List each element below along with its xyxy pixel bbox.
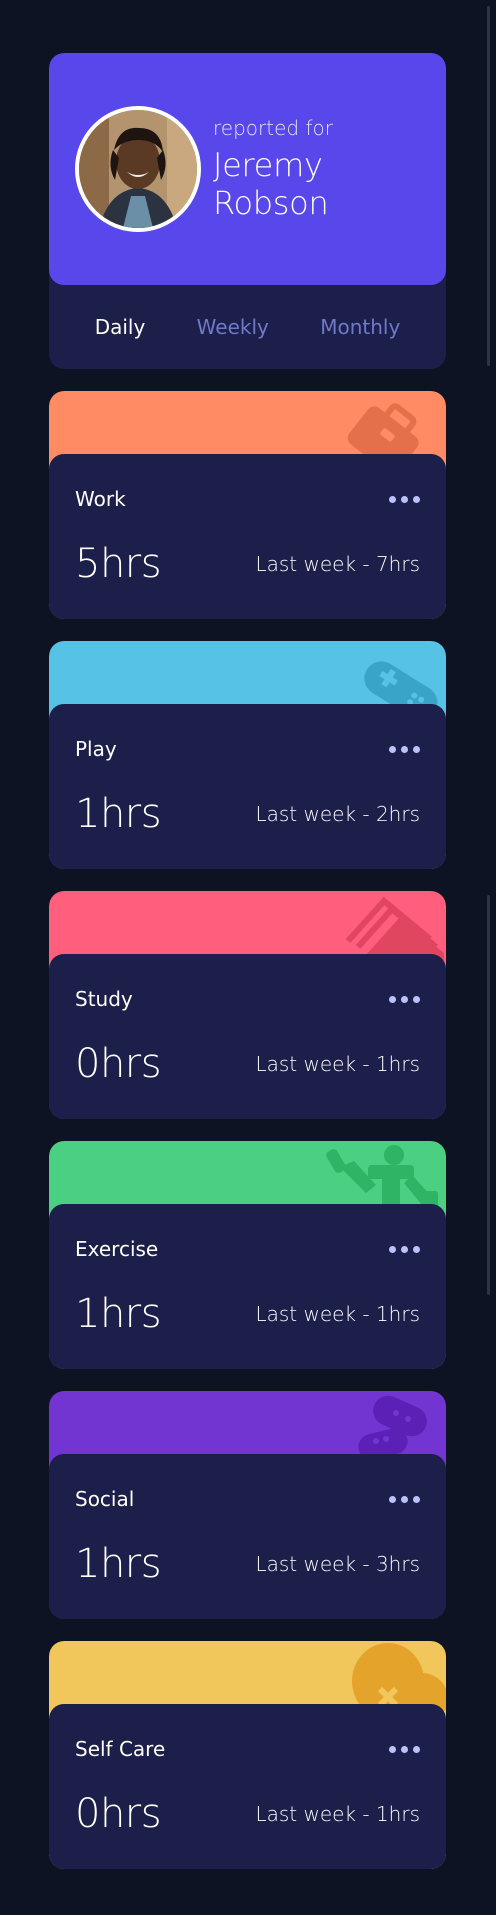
card-body[interactable]: Work 5hrs Last week - 7hrs [49,454,446,619]
tab-weekly[interactable]: Weekly [197,315,269,339]
page-scrollbar[interactable] [487,6,490,366]
page-scrollbar-track [487,895,490,1295]
ellipsis-icon[interactable] [389,740,420,759]
activity-card-work: Work 5hrs Last week - 7hrs [49,391,446,619]
ellipsis-icon[interactable] [389,490,420,509]
previous-hours: Last week - 1hrs [255,1802,420,1826]
card-title: Study [75,987,133,1011]
current-hours: 0hrs [75,1791,162,1837]
dashboard: reported for Jeremy Robson Daily Weekly … [49,53,446,1869]
ellipsis-icon[interactable] [389,1490,420,1509]
exercise-icon [326,1145,438,1211]
activity-card-social: Social 1hrs Last week - 3hrs [49,1391,446,1619]
game-controller-icon [364,661,438,711]
current-hours: 1hrs [75,791,162,837]
profile-text: reported for Jeremy Robson [213,116,446,222]
current-hours: 5hrs [75,541,162,587]
card-body[interactable]: Self Care 0hrs Last week - 1hrs [49,1704,446,1869]
profile-card: reported for Jeremy Robson Daily Weekly … [49,53,446,369]
previous-hours: Last week - 1hrs [255,1052,420,1076]
card-title: Self Care [75,1737,166,1761]
previous-hours: Last week - 7hrs [255,552,420,576]
previous-hours: Last week - 1hrs [255,1302,420,1326]
tab-monthly[interactable]: Monthly [320,315,400,339]
books-icon [345,896,444,961]
activity-card-self-care: Self Care 0hrs Last week - 1hrs [49,1641,446,1869]
card-body[interactable]: Exercise 1hrs Last week - 1hrs [49,1204,446,1369]
current-hours: 0hrs [75,1041,162,1087]
previous-hours: Last week - 3hrs [255,1552,420,1576]
card-title: Exercise [75,1237,159,1261]
activity-card-play: Play 1hrs Last week - 2hrs [49,641,446,869]
card-body[interactable]: Social 1hrs Last week - 3hrs [49,1454,446,1619]
current-hours: 1hrs [75,1291,162,1337]
ellipsis-icon[interactable] [389,1740,420,1759]
reported-for-label: reported for [213,116,333,140]
card-title: Social [75,1487,135,1511]
chat-bubbles-icon [358,1395,427,1460]
heart-icon [352,1643,446,1711]
card-title: Work [75,487,126,511]
briefcase-icon [347,403,419,461]
card-title: Play [75,737,117,761]
previous-hours: Last week - 2hrs [255,802,420,826]
current-hours: 1hrs [75,1541,162,1587]
activity-card-study: Study 0hrs Last week - 1hrs [49,891,446,1119]
user-name: Jeremy Robson [213,146,329,222]
tab-daily[interactable]: Daily [95,315,146,339]
card-body[interactable]: Study 0hrs Last week - 1hrs [49,954,446,1119]
avatar [75,106,201,232]
ellipsis-icon[interactable] [389,990,420,1009]
card-body[interactable]: Play 1hrs Last week - 2hrs [49,704,446,869]
timeframe-tabs: Daily Weekly Monthly [49,285,446,369]
activity-card-exercise: Exercise 1hrs Last week - 1hrs [49,1141,446,1369]
profile-header: reported for Jeremy Robson [49,53,446,285]
ellipsis-icon[interactable] [389,1240,420,1259]
